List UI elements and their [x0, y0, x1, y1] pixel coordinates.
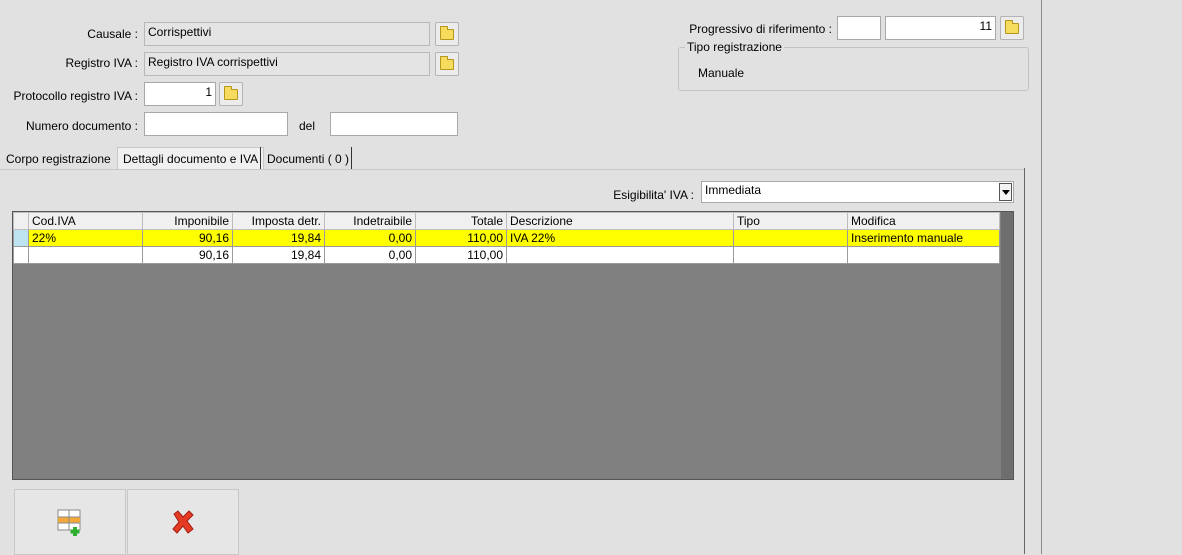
- esigibilita-select[interactable]: Immediata: [701, 181, 1014, 203]
- cell-tipo: [733, 246, 848, 264]
- progressivo-field-2[interactable]: 11: [885, 16, 996, 40]
- causale-label: Causale :: [87, 27, 138, 41]
- cell-modifica: [847, 246, 1000, 264]
- esigibilita-value: Immediata: [705, 183, 762, 197]
- table-row[interactable]: 22% 90,16 19,84 0,00 110,00 IVA 22% Inse…: [13, 229, 1000, 247]
- cell-imponibile[interactable]: 90,16: [142, 229, 233, 247]
- cell-cod-iva: [28, 246, 143, 264]
- esigibilita-dropdown-button[interactable]: [999, 183, 1012, 201]
- grid-vertical-scrollbar[interactable]: [1001, 212, 1013, 479]
- causale-field[interactable]: Corrispettivi: [144, 22, 430, 46]
- add-row-button[interactable]: [14, 489, 126, 555]
- cell-imposta-detr: 19,84: [232, 246, 325, 264]
- tab-documenti[interactable]: Documenti ( 0 ): [262, 148, 354, 170]
- column-header-indetraibile[interactable]: Indetraibile: [324, 212, 416, 230]
- folder-icon: [1005, 19, 1019, 34]
- cell-descrizione: [506, 246, 734, 264]
- tipo-registrazione-group: Tipo registrazione Manuale: [678, 40, 1029, 91]
- cell-descrizione[interactable]: IVA 22%: [506, 229, 734, 247]
- progressivo-field-1[interactable]: [837, 16, 881, 40]
- registro-iva-field[interactable]: Registro IVA corrispettivi: [144, 52, 430, 76]
- delete-row-button[interactable]: [127, 489, 239, 555]
- column-header-descrizione[interactable]: Descrizione: [506, 212, 734, 230]
- tab-strip-line: [0, 169, 1024, 170]
- del-date-field[interactable]: [330, 112, 458, 136]
- column-header-cod-iva[interactable]: Cod.IVA: [28, 212, 143, 230]
- protocollo-field[interactable]: 1: [144, 82, 216, 106]
- delete-icon: [172, 510, 194, 534]
- row-indicator[interactable]: [13, 229, 29, 247]
- folder-icon: [440, 55, 454, 70]
- del-label: del: [299, 119, 316, 133]
- iva-table: Cod.IVA Imponibile Imposta detr. Indetra…: [13, 212, 1000, 264]
- cell-cod-iva[interactable]: 22%: [28, 229, 143, 247]
- protocollo-browse-button[interactable]: [219, 82, 243, 106]
- table-header-row: Cod.IVA Imponibile Imposta detr. Indetra…: [13, 212, 1000, 230]
- iva-grid[interactable]: Cod.IVA Imponibile Imposta detr. Indetra…: [12, 211, 1014, 480]
- folder-icon: [224, 85, 238, 100]
- cell-totale: 110,00: [415, 246, 507, 264]
- row-indicator-header: [13, 212, 29, 230]
- registro-iva-label: Registro IVA :: [65, 56, 138, 70]
- tab-dettagli-documento-iva[interactable]: Dettagli documento e IVA: [117, 147, 265, 169]
- cell-imponibile: 90,16: [142, 246, 233, 264]
- cell-indetraibile[interactable]: 0,00: [324, 229, 416, 247]
- window-border: [1041, 0, 1042, 554]
- tipo-registrazione-legend: Tipo registrazione: [685, 40, 784, 54]
- tab-divider: [260, 147, 261, 169]
- column-header-imposta-detr[interactable]: Imposta detr.: [232, 212, 325, 230]
- chevron-down-icon: [1001, 189, 1010, 195]
- add-row-icon: [57, 509, 81, 536]
- registro-iva-browse-button[interactable]: [435, 52, 459, 76]
- causale-browse-button[interactable]: [435, 22, 459, 46]
- column-header-modifica[interactable]: Modifica: [847, 212, 1000, 230]
- panel-separator: [1024, 168, 1025, 554]
- cell-tipo[interactable]: [733, 229, 848, 247]
- protocollo-label: Protocollo registro IVA :: [13, 89, 139, 103]
- column-header-totale[interactable]: Totale: [415, 212, 507, 230]
- numero-documento-label: Numero documento :: [25, 119, 138, 133]
- cell-imposta-detr[interactable]: 19,84: [232, 229, 325, 247]
- progressivo-label: Progressivo di riferimento :: [689, 22, 832, 36]
- column-header-tipo[interactable]: Tipo: [733, 212, 848, 230]
- cell-modifica[interactable]: Inserimento manuale: [847, 229, 1000, 247]
- progressivo-browse-button[interactable]: [1000, 16, 1024, 40]
- tab-corpo-registrazione[interactable]: Corpo registrazione: [1, 148, 116, 170]
- numero-documento-field[interactable]: [144, 112, 288, 136]
- row-indicator: [13, 246, 29, 264]
- cell-indetraibile: 0,00: [324, 246, 416, 264]
- tipo-registrazione-value: Manuale: [698, 66, 745, 80]
- tab-divider: [351, 147, 352, 169]
- cell-totale[interactable]: 110,00: [415, 229, 507, 247]
- column-header-imponibile[interactable]: Imponibile: [142, 212, 233, 230]
- folder-icon: [440, 25, 454, 40]
- esigibilita-label: Esigibilita' IVA :: [613, 188, 694, 202]
- table-total-row: 90,16 19,84 0,00 110,00: [13, 246, 1000, 264]
